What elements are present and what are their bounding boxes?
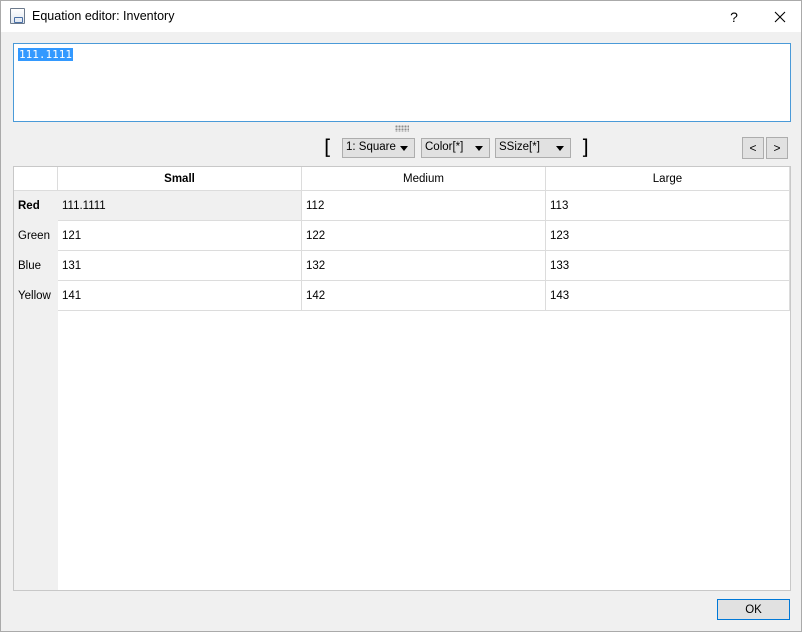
grid-cell[interactable]: 113 [546, 191, 790, 221]
row-header-yellow[interactable]: Yellow [14, 281, 58, 311]
size-combo[interactable]: SSize[*] [495, 138, 571, 158]
equation-input[interactable]: 111.1111 [13, 43, 791, 122]
row-header-red[interactable]: Red [14, 191, 58, 221]
title-bar: Equation editor: Inventory ? [1, 1, 801, 32]
column-header-large[interactable]: Large [546, 167, 790, 191]
grid-cell[interactable]: 133 [546, 251, 790, 281]
equation-text: 111.1111 [18, 48, 73, 61]
column-header-medium[interactable]: Medium [302, 167, 546, 191]
chevron-down-icon [475, 146, 483, 151]
equation-editor-icon [10, 8, 25, 24]
shape-combo[interactable]: 1: Square [342, 138, 415, 158]
help-button[interactable]: ? [711, 1, 757, 32]
color-combo[interactable]: Color[*] [421, 138, 490, 158]
grid-cell[interactable]: 142 [302, 281, 546, 311]
close-button[interactable] [757, 1, 802, 32]
close-icon [774, 11, 785, 22]
grid-cell[interactable]: 131 [58, 251, 302, 281]
next-button[interactable]: > [766, 137, 788, 159]
prev-button[interactable]: < [742, 137, 764, 159]
open-bracket: [ [324, 135, 332, 159]
close-bracket: ] [581, 135, 589, 159]
window-title: Equation editor: Inventory [32, 9, 175, 23]
grid-cell[interactable]: 112 [302, 191, 546, 221]
row-header-blue[interactable]: Blue [14, 251, 58, 281]
size-combo-value: SSize[*] [499, 141, 540, 153]
grid-cell[interactable]: 123 [546, 221, 790, 251]
shape-combo-value: 1: Square [346, 141, 396, 153]
column-header-small[interactable]: Small [58, 167, 302, 191]
grid-cell[interactable]: 132 [302, 251, 546, 281]
row-header-green[interactable]: Green [14, 221, 58, 251]
color-combo-value: Color[*] [425, 141, 464, 153]
grid-cell[interactable]: 143 [546, 281, 790, 311]
ok-button[interactable]: OK [717, 599, 790, 620]
grid-cell[interactable]: 141 [58, 281, 302, 311]
grid-cell[interactable]: 111.1111 [58, 191, 302, 221]
grid-corner [14, 167, 58, 191]
chevron-down-icon [400, 146, 408, 151]
splitter-handle[interactable] [395, 125, 409, 132]
equation-editor-dialog: Equation editor: Inventory ? 111.1111 [ … [0, 0, 802, 632]
data-grid: Small Medium Large Red Green Blue Yellow… [13, 166, 791, 591]
grid-cell[interactable]: 121 [58, 221, 302, 251]
chevron-down-icon [556, 146, 564, 151]
grid-cell[interactable]: 122 [302, 221, 546, 251]
